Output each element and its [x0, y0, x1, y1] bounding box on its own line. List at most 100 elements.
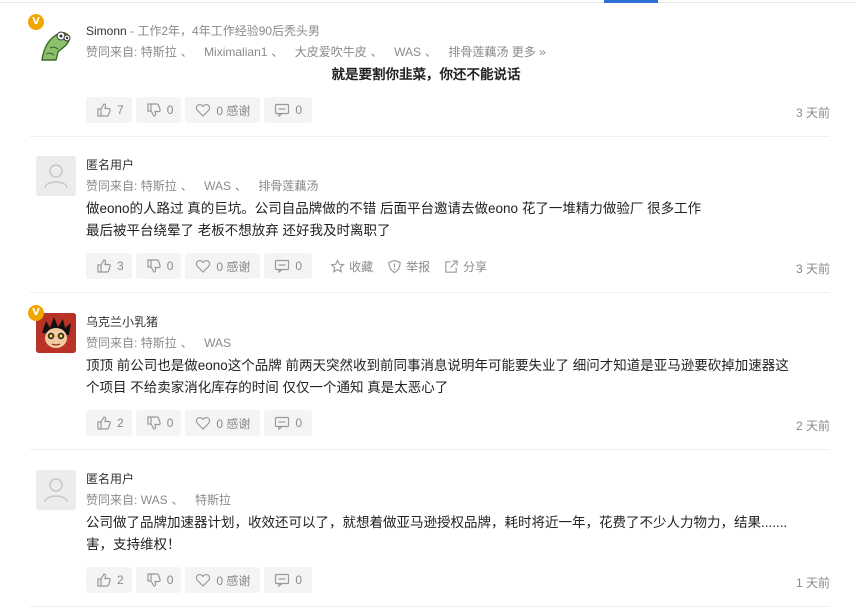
heart-icon	[196, 573, 211, 587]
username: 匿名用户	[86, 472, 135, 486]
like-count: 2	[117, 573, 124, 587]
reply-count: 0	[295, 103, 303, 117]
agree-from: 赞同来自: 特斯拉、 Miximalian1、 大皮爱吹牛皮、 WAS、 排骨莲…	[86, 45, 546, 59]
reply-button[interactable]: 0	[264, 253, 313, 279]
username-link[interactable]: Simonn	[86, 24, 127, 38]
agree-prefix: 赞同来自:	[86, 336, 138, 350]
comment-item: V Simonn - 工作2年，4年工作经验90后秃头男 赞同来自: 特斯拉、 …	[0, 14, 856, 134]
verified-badge-icon: V	[28, 14, 44, 30]
star-icon	[330, 258, 345, 273]
agreer-link[interactable]: 特斯拉	[195, 493, 231, 507]
reply-button[interactable]: 0	[264, 97, 313, 123]
more-agreers-link[interactable]: 更多 »	[512, 45, 546, 59]
agreer-link[interactable]: WAS	[394, 45, 421, 59]
thumbs-down-icon	[147, 416, 161, 430]
username: 匿名用户	[86, 158, 135, 172]
thumbs-up-icon	[97, 573, 111, 587]
agreer-link[interactable]: 排骨莲藕汤	[258, 179, 318, 193]
like-button[interactable]: 7	[86, 97, 132, 123]
top-divider	[0, 2, 856, 3]
share-button[interactable]: 分享	[444, 258, 487, 275]
user-line: Simonn - 工作2年，4年工作经验90后秃头男	[86, 22, 320, 39]
agreer-link[interactable]: 特斯拉	[141, 179, 177, 193]
thumbs-up-icon	[97, 416, 111, 430]
comment-line: 顶顶 前公司也是做eono这个品牌 前两天突然收到前同事消息说明年可能要失业了 …	[86, 358, 789, 373]
report-button[interactable]: 举报	[387, 258, 430, 275]
comment-text: 做eono的人路过 真的巨坑。公司自品牌做的不错 后面平台邀请去做eono 花了…	[86, 198, 826, 242]
like-button[interactable]: 2	[86, 410, 132, 436]
thanks-button[interactable]: 0 感谢	[185, 567, 261, 593]
comment-actions: 3 0 0 感谢 0 收藏 举报 分享	[86, 253, 487, 279]
like-count: 7	[117, 103, 124, 117]
user-meta: - 工作2年，4年工作经验90后秃头男	[126, 24, 321, 38]
like-button[interactable]: 2	[86, 567, 132, 593]
thumbs-down-icon	[147, 103, 161, 117]
frog-avatar-icon	[41, 31, 71, 61]
thumbs-down-icon	[147, 259, 161, 273]
comment-divider	[30, 292, 830, 293]
agreer-link[interactable]: Miximalian1	[204, 45, 267, 59]
avatar[interactable]	[36, 22, 76, 62]
share-label: 分享	[463, 259, 488, 274]
thanks-count: 0 感谢	[216, 573, 251, 588]
thanks-count: 0 感谢	[216, 259, 251, 274]
reply-count: 0	[295, 416, 303, 430]
share-icon	[445, 259, 458, 273]
dislike-count: 0	[166, 573, 174, 587]
thumbs-down-icon	[147, 573, 161, 587]
like-count: 2	[117, 416, 124, 430]
user-line: 乌克兰小乳猪	[86, 313, 158, 330]
dislike-button[interactable]: 0	[135, 567, 182, 593]
agreer-link[interactable]: WAS	[204, 179, 231, 193]
comment-text: 公司做了品牌加速器计划，收效还可以了，就想着做亚马逊授权品牌，耗时将近一年，花费…	[86, 512, 826, 556]
reply-count: 0	[295, 259, 303, 273]
collect-button[interactable]: 收藏	[330, 258, 373, 275]
agree-prefix: 赞同来自:	[86, 493, 138, 507]
comment-text: 顶顶 前公司也是做eono这个品牌 前两天突然收到前同事消息说明年可能要失业了 …	[86, 355, 826, 399]
thanks-button[interactable]: 0 感谢	[185, 97, 261, 123]
dislike-button[interactable]: 0	[135, 253, 182, 279]
comment-text: 就是要割你韭菜，你还不能说话	[86, 64, 766, 86]
dislike-count: 0	[166, 103, 174, 117]
thanks-count: 0 感谢	[216, 103, 251, 118]
like-button[interactable]: 3	[86, 253, 132, 279]
dislike-count: 0	[166, 416, 174, 430]
dislike-count: 0	[166, 259, 174, 273]
thanks-button[interactable]: 0 感谢	[185, 410, 261, 436]
post-time: 1 天前	[795, 576, 830, 590]
avatar[interactable]	[36, 313, 76, 353]
heart-icon	[196, 416, 211, 430]
agree-from: 赞同来自: WAS、 特斯拉	[86, 493, 231, 507]
comment-icon	[275, 259, 290, 274]
report-label: 举报	[406, 259, 431, 274]
comment-actions: 7 0 0 感谢 0	[86, 97, 316, 123]
verified-badge-icon: V	[28, 305, 44, 321]
dislike-button[interactable]: 0	[135, 97, 182, 123]
comment-divider	[30, 606, 830, 607]
agreer-link[interactable]: WAS	[141, 493, 168, 507]
like-count: 3	[117, 259, 124, 273]
dislike-button[interactable]: 0	[135, 410, 182, 436]
thumbs-up-icon	[97, 259, 111, 273]
agreer-link[interactable]: 大皮爱吹牛皮	[295, 45, 367, 59]
avatar[interactable]	[36, 156, 76, 196]
agreer-link[interactable]: 排骨莲藕汤	[448, 45, 508, 59]
agree-from: 赞同来自: 特斯拉、 WAS、 排骨莲藕汤	[86, 179, 319, 193]
comment-line: 个项目 不给卖家消化库存的时间 仅仅一个通知 真是太恶心了	[86, 380, 449, 395]
user-line: 匿名用户	[86, 156, 134, 173]
comment-icon	[275, 103, 290, 118]
thanks-button[interactable]: 0 感谢	[185, 253, 261, 279]
agreer-link[interactable]: WAS	[204, 336, 231, 350]
heart-icon	[196, 103, 211, 117]
agreer-link[interactable]: 特斯拉	[141, 336, 177, 350]
agreer-link[interactable]: 特斯拉	[141, 45, 177, 59]
reply-button[interactable]: 0	[264, 410, 313, 436]
comment-line: 公司做了品牌加速器计划，收效还可以了，就想着做亚马逊授权品牌，耗时将近一年，花费…	[86, 515, 788, 530]
comment-divider	[30, 136, 830, 137]
avatar[interactable]	[36, 470, 76, 510]
reply-button[interactable]: 0	[264, 567, 313, 593]
comment-icon	[275, 416, 290, 431]
username-link[interactable]: 乌克兰小乳猪	[86, 315, 158, 329]
comment-actions: 2 0 0 感谢 0	[86, 567, 316, 593]
comment-line: 就是要割你韭菜，你还不能说话	[331, 67, 521, 82]
